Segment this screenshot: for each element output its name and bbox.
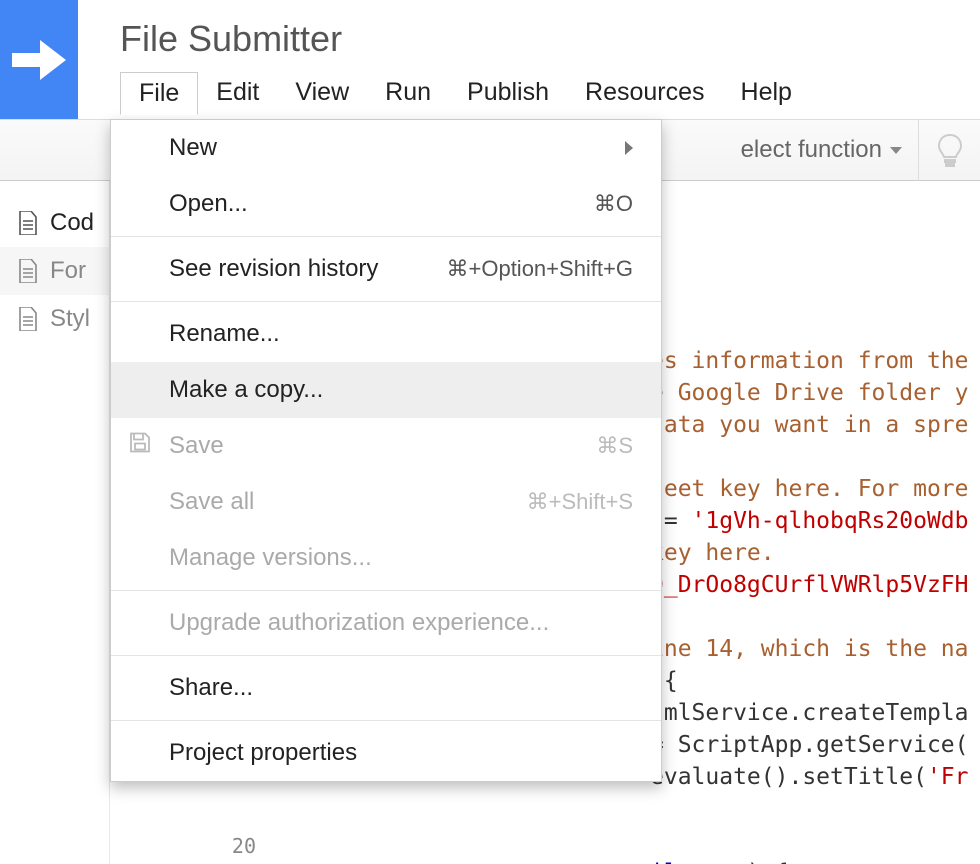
menu-item-label: Upgrade authorization experience... xyxy=(169,609,549,637)
menu-publish[interactable]: Publish xyxy=(449,72,567,115)
menu-separator xyxy=(111,236,661,237)
menu-item-see-revision-history[interactable]: See revision history ⌘+Option+Shift+G xyxy=(111,241,661,297)
file-menu-dropdown: New Open... ⌘O See revision history ⌘+Option… xyxy=(110,119,662,782)
menu-view[interactable]: View xyxy=(277,72,367,115)
menu-item-label: New xyxy=(169,134,217,162)
file-icon xyxy=(18,259,38,283)
save-icon xyxy=(129,432,151,461)
menu-item-label: Manage versions... xyxy=(169,544,372,572)
menu-shortcut: ⌘+Option+Shift+G xyxy=(447,256,634,282)
app-logo xyxy=(0,0,78,119)
sidebar-file-label: Cod xyxy=(50,209,94,237)
menu-item-label: See revision history xyxy=(169,255,378,283)
sidebar-file-style[interactable]: Styl xyxy=(0,295,109,343)
menu-item-label: Save xyxy=(169,432,224,460)
file-icon xyxy=(18,211,38,235)
menu-item-upgrade-authorization-experience: Upgrade authorization experience... xyxy=(111,595,661,651)
menu-separator xyxy=(111,720,661,721)
menu-item-open[interactable]: Open... ⌘O xyxy=(111,176,661,232)
menu-separator xyxy=(111,301,661,302)
menu-item-label: Open... xyxy=(169,190,248,218)
menu-resources[interactable]: Resources xyxy=(567,72,723,115)
sidebar-file-label: Styl xyxy=(50,305,90,333)
menu-item-rename[interactable]: Rename... xyxy=(111,306,661,362)
hint-button[interactable] xyxy=(918,119,980,181)
menu-item-share[interactable]: Share... xyxy=(111,660,661,716)
menu-item-new[interactable]: New xyxy=(111,120,661,176)
menu-file[interactable]: File xyxy=(120,72,198,115)
menu-run[interactable]: Run xyxy=(367,72,449,115)
menu-shortcut: ⌘S xyxy=(596,433,633,459)
menu-edit[interactable]: Edit xyxy=(198,72,277,115)
file-icon xyxy=(18,307,38,331)
menu-item-manage-versions: Manage versions... xyxy=(111,530,661,586)
sidebar-file-label: For xyxy=(50,257,86,285)
menu-item-label: Share... xyxy=(169,674,253,702)
menubar: File Edit View Run Publish Resources Hel… xyxy=(120,72,980,115)
menu-item-label: Make a copy... xyxy=(169,376,323,404)
menu-shortcut: ⌘O xyxy=(594,191,633,217)
menu-shortcut: ⌘+Shift+S xyxy=(527,489,633,515)
select-function-dropdown[interactable]: elect function xyxy=(725,136,918,164)
project-title[interactable]: File Submitter xyxy=(120,18,980,60)
file-sidebar: Cod For Styl xyxy=(0,181,110,864)
menu-item-label: Rename... xyxy=(169,320,280,348)
sidebar-file-form[interactable]: For xyxy=(0,247,109,295)
lightbulb-icon xyxy=(936,133,964,167)
chevron-down-icon xyxy=(890,147,902,154)
menu-item-save-all: Save all ⌘+Shift+S xyxy=(111,474,661,530)
menu-item-save: Save ⌘S xyxy=(111,418,661,474)
select-function-label: elect function xyxy=(741,136,882,164)
menu-separator xyxy=(111,590,661,591)
menu-separator xyxy=(111,655,661,656)
menu-item-label: Save all xyxy=(169,488,254,516)
menu-help[interactable]: Help xyxy=(723,72,810,115)
menu-item-project-properties[interactable]: Project properties xyxy=(111,725,661,781)
submenu-arrow-icon xyxy=(625,141,633,155)
sidebar-file-code[interactable]: Cod xyxy=(0,199,109,247)
arrow-right-icon xyxy=(12,38,66,82)
menu-item-label: Project properties xyxy=(169,739,357,767)
line-number: 20 xyxy=(232,834,256,858)
menu-item-make-a-copy[interactable]: Make a copy... xyxy=(111,362,661,418)
